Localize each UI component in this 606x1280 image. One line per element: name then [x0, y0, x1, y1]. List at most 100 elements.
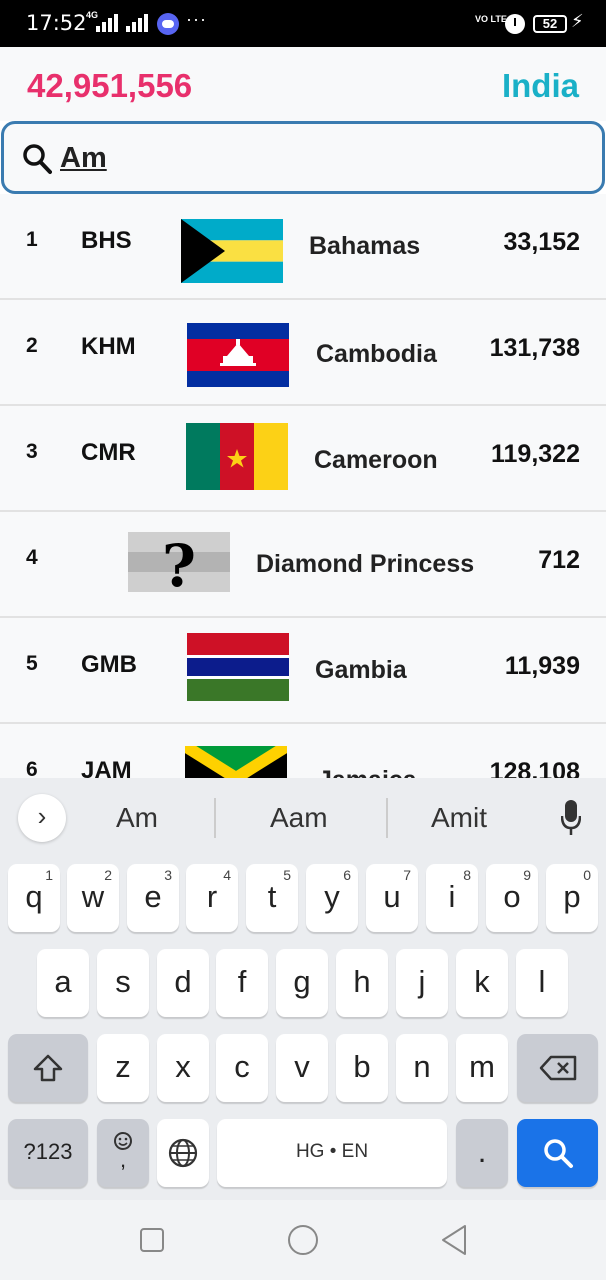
- key-e[interactable]: e3: [127, 864, 179, 932]
- country-code: GMB: [81, 651, 137, 678]
- comma-label: ,: [119, 1147, 127, 1172]
- suggestion-2[interactable]: Aam: [270, 802, 328, 834]
- rank: 5: [26, 652, 38, 675]
- key-s[interactable]: s: [97, 949, 149, 1017]
- suggestion-bar: › Am Aam Amit: [0, 778, 606, 858]
- key-v[interactable]: v: [276, 1034, 328, 1102]
- volte-icon: VO LTE: [475, 14, 507, 24]
- shift-key[interactable]: [8, 1034, 88, 1102]
- country-name: Diamond Princess: [256, 550, 475, 578]
- key-w[interactable]: w2: [67, 864, 119, 932]
- list-item[interactable]: 6 JAM Jamaica 128,108: [0, 724, 606, 778]
- search-box[interactable]: [1, 121, 605, 194]
- discord-icon: [157, 13, 179, 35]
- case-count: 131,738: [489, 334, 580, 362]
- space-key[interactable]: HG • EN: [217, 1119, 447, 1187]
- search-icon: [543, 1139, 573, 1168]
- search-input[interactable]: [60, 136, 580, 180]
- country-code: BHS: [81, 227, 132, 254]
- cameroon-flag-icon: [186, 423, 288, 490]
- shift-icon: [33, 1054, 63, 1082]
- key-m[interactable]: m: [456, 1034, 508, 1102]
- list-item[interactable]: 5 GMB Gambia 11,939: [0, 618, 606, 724]
- search-icon: [23, 144, 52, 174]
- key-t[interactable]: t5: [246, 864, 298, 932]
- cambodia-flag-icon: [187, 323, 289, 387]
- microphone-icon[interactable]: [561, 800, 581, 836]
- key-k[interactable]: k: [456, 949, 508, 1017]
- case-count: 119,322: [491, 440, 580, 468]
- case-count: 11,939: [504, 652, 580, 680]
- rank: 3: [26, 440, 38, 463]
- home-icon[interactable]: [287, 1224, 319, 1256]
- expand-toolbar-button[interactable]: ›: [18, 794, 66, 842]
- key-o[interactable]: o9: [486, 864, 538, 932]
- backspace-key[interactable]: [517, 1034, 598, 1102]
- key-d[interactable]: d: [157, 949, 209, 1017]
- language-key[interactable]: [157, 1119, 209, 1187]
- bahamas-flag-icon: [181, 219, 283, 283]
- case-count: 128,108: [489, 758, 580, 778]
- period-key[interactable]: .: [456, 1119, 508, 1187]
- case-count: 712: [538, 546, 580, 574]
- country-name: Bahamas: [309, 232, 421, 260]
- gambia-flag-icon: [187, 633, 289, 701]
- signal-icon: [96, 14, 118, 32]
- country-code: KHM: [81, 333, 136, 360]
- key-n[interactable]: n: [396, 1034, 448, 1102]
- list-item[interactable]: 1 BHS Bahamas 33,152: [0, 194, 606, 300]
- system-navigation-bar: [0, 1200, 606, 1280]
- key-y[interactable]: y6: [306, 864, 358, 932]
- jamaica-flag-icon: [185, 746, 287, 778]
- question-mark-icon: ?: [162, 532, 196, 592]
- rank: 2: [26, 334, 38, 357]
- divider: [386, 798, 388, 838]
- more-notifications-icon: ···: [186, 9, 207, 29]
- unknown-flag-icon: ?: [128, 532, 230, 592]
- key-i[interactable]: i8: [426, 864, 478, 932]
- alarm-icon: [505, 14, 525, 34]
- list-item[interactable]: 2 KHM Cambodia 131,738: [0, 300, 606, 406]
- key-q[interactable]: q1: [8, 864, 60, 932]
- key-g[interactable]: g: [276, 949, 328, 1017]
- country-name: Jamaica: [318, 766, 417, 778]
- divider: [214, 798, 216, 838]
- country-list[interactable]: 1 BHS Bahamas 33,152 2 KHM Cambodia 131,…: [0, 194, 606, 778]
- list-item[interactable]: 3 CMR Cameroon 119,322: [0, 406, 606, 512]
- key-j[interactable]: j: [396, 949, 448, 1017]
- country-name: Cameroon: [314, 446, 438, 474]
- key-b[interactable]: b: [336, 1034, 388, 1102]
- battery-icon: 52: [533, 15, 567, 33]
- recent-apps-icon[interactable]: [139, 1227, 165, 1253]
- clock: 17:52: [26, 11, 87, 35]
- key-f[interactable]: f: [216, 949, 268, 1017]
- country-name: Gambia: [315, 656, 407, 684]
- total-cases: 42,951,556: [27, 67, 193, 104]
- signal-icon-2: [126, 14, 148, 32]
- country-code: CMR: [81, 439, 136, 466]
- key-z[interactable]: z: [97, 1034, 149, 1102]
- suggestion-3[interactable]: Amit: [431, 802, 487, 834]
- country-name: Cambodia: [316, 340, 437, 368]
- charging-icon: ⚡: [571, 11, 584, 31]
- suggestion-1[interactable]: Am: [116, 802, 158, 834]
- symbols-key[interactable]: ?123: [8, 1119, 88, 1187]
- key-a[interactable]: a: [37, 949, 89, 1017]
- emoji-key[interactable]: ,: [97, 1119, 149, 1187]
- key-l[interactable]: l: [516, 949, 568, 1017]
- rank: 6: [26, 758, 38, 778]
- soft-keyboard[interactable]: › Am Aam Amit q1 w2 e3 r4 t5 y6 u7 i8 o9…: [0, 778, 606, 1200]
- list-item[interactable]: 4 ? Diamond Princess 712: [0, 512, 606, 618]
- selected-country[interactable]: India: [502, 67, 579, 105]
- status-bar: 17:52 4G ··· VO LTE 52 ⚡: [0, 0, 606, 47]
- key-h[interactable]: h: [336, 949, 388, 1017]
- key-p[interactable]: p0: [546, 864, 598, 932]
- back-icon[interactable]: [440, 1224, 468, 1256]
- key-c[interactable]: c: [216, 1034, 268, 1102]
- key-r[interactable]: r4: [186, 864, 238, 932]
- country-code: JAM: [81, 757, 132, 778]
- search-key[interactable]: [517, 1119, 598, 1187]
- app-header: 42,951,556 India: [0, 47, 606, 121]
- key-u[interactable]: u7: [366, 864, 418, 932]
- key-x[interactable]: x: [157, 1034, 209, 1102]
